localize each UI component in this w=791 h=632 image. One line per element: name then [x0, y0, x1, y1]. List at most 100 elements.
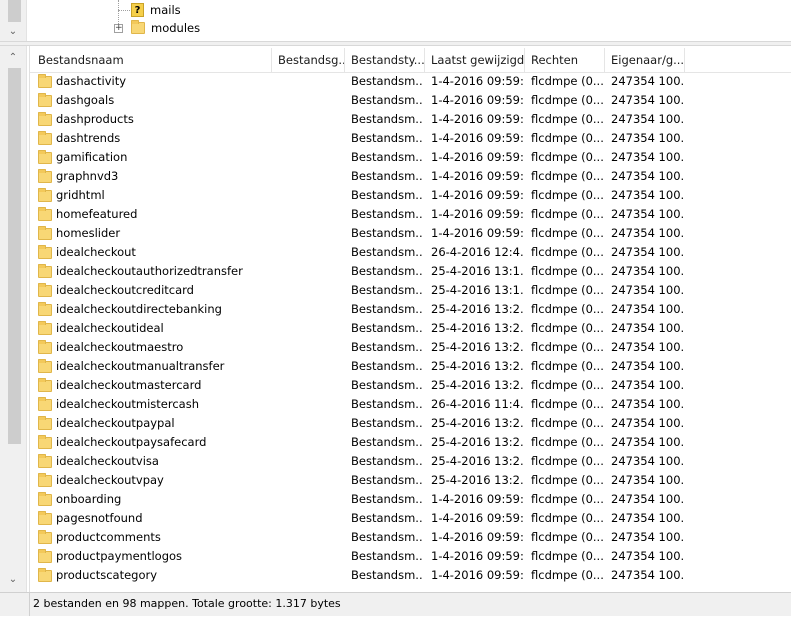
table-row[interactable]: graphnvd3 Bestandsm... 1-4-2016 09:59:... f… [30, 167, 791, 186]
file-name: productpaymentlogos [56, 549, 183, 563]
file-perms-cell: flcdmpe (0... [531, 435, 603, 449]
file-modified-cell: 1-4-2016 09:59:... [431, 226, 523, 240]
table-row[interactable]: idealcheckoutcreditcard Bestandsm... 25-4-… [30, 281, 791, 300]
file-type-cell: Bestandsm... [351, 378, 423, 392]
folder-icon [38, 491, 52, 506]
file-name: idealcheckoutvisa [56, 454, 159, 468]
table-row[interactable]: productpaymentlogos Bestandsm... 1-4-2016 … [30, 547, 791, 566]
tree-item-mails[interactable]: ? mails [131, 1, 181, 19]
file-name-cell: idealcheckoutpaysafecard [38, 433, 274, 452]
file-name: dashgoals [56, 93, 115, 107]
table-row[interactable]: idealcheckoutpaypal Bestandsm... 25-4-2016… [30, 414, 791, 433]
file-perms-cell: flcdmpe (0... [531, 112, 603, 126]
table-row[interactable]: idealcheckout Bestandsm... 26-4-2016 12:4.… [30, 243, 791, 262]
table-row[interactable]: productscategory Bestandsm... 1-4-2016 09:… [30, 566, 791, 585]
file-modified-cell: 25-4-2016 13:2... [431, 416, 523, 430]
table-row[interactable]: idealcheckoutvisa Bestandsm... 25-4-2016 1… [30, 452, 791, 471]
list-vertical-scrollbar[interactable]: ⌃ ⌄ [0, 46, 27, 592]
table-row[interactable]: homeslider Bestandsm... 1-4-2016 09:59:...… [30, 224, 791, 243]
file-name-cell: idealcheckoutdirectebanking [38, 300, 274, 319]
file-name-cell: dashgoals [38, 91, 274, 110]
file-type-cell: Bestandsm... [351, 302, 423, 316]
list-scroll-thumb[interactable] [8, 68, 21, 444]
file-name: gridhtml [56, 188, 105, 202]
table-row[interactable]: idealcheckoutdirectebanking Bestandsm... 2… [30, 300, 791, 319]
file-name-cell: dashactivity [38, 72, 274, 91]
file-name-cell: productscategory [38, 566, 274, 585]
file-perms-cell: flcdmpe (0... [531, 359, 603, 373]
folder-icon [38, 301, 52, 316]
file-type-cell: Bestandsm... [351, 454, 423, 468]
tree-scroll-down-arrow-icon[interactable]: ⌄ [0, 24, 26, 40]
file-name: productcomments [56, 530, 161, 544]
table-row[interactable]: productcomments Bestandsm... 1-4-2016 09:5… [30, 528, 791, 547]
file-name-cell: idealcheckoutvisa [38, 452, 274, 471]
file-perms-cell: flcdmpe (0... [531, 74, 603, 88]
scroll-up-arrow-icon[interactable]: ⌃ [0, 50, 26, 66]
table-row[interactable]: dashproducts Bestandsm... 1-4-2016 09:59:.… [30, 110, 791, 129]
file-type-cell: Bestandsm... [351, 549, 423, 563]
file-name-cell: dashproducts [38, 110, 274, 129]
table-row[interactable]: idealcheckoutmaestro Bestandsm... 25-4-201… [30, 338, 791, 357]
file-name: idealcheckoutmaestro [56, 340, 184, 354]
file-owner-cell: 247354 100... [611, 302, 683, 316]
column-header-permissions[interactable]: Rechten [525, 48, 605, 72]
table-row[interactable]: dashgoals Bestandsm... 1-4-2016 09:59:... f… [30, 91, 791, 110]
folder-icon [38, 377, 52, 392]
table-row[interactable]: gridhtml Bestandsm... 1-4-2016 09:59:... fl… [30, 186, 791, 205]
table-row[interactable]: idealcheckoutmistercash Bestandsm... 26-4-… [30, 395, 791, 414]
file-name: dashtrends [56, 131, 121, 145]
file-modified-cell: 1-4-2016 09:59:... [431, 93, 523, 107]
folder-icon [38, 225, 52, 240]
column-header-name[interactable]: Bestandsnaam [32, 48, 272, 72]
tree-scroll-thumb[interactable] [8, 0, 21, 22]
table-row[interactable]: idealcheckoutmanualtransfer Bestandsm... 2… [30, 357, 791, 376]
file-perms-cell: flcdmpe (0... [531, 150, 603, 164]
file-perms-cell: flcdmpe (0... [531, 131, 603, 145]
table-row[interactable]: idealcheckoutpaysafecard Bestandsm... 25-4… [30, 433, 791, 452]
table-row[interactable]: dashtrends Bestandsm... 1-4-2016 09:59:...… [30, 129, 791, 148]
tree-item-modules[interactable]: modules [131, 19, 200, 37]
table-row[interactable]: dashactivity Bestandsm... 1-4-2016 09:59:.… [30, 72, 791, 91]
file-type-cell: Bestandsm... [351, 74, 423, 88]
file-owner-cell: 247354 100... [611, 397, 683, 411]
file-owner-cell: 247354 100... [611, 454, 683, 468]
file-name-cell: idealcheckoutmanualtransfer [38, 357, 274, 376]
column-header-modified[interactable]: Laatst gewijzigd [425, 48, 525, 72]
file-perms-cell: flcdmpe (0... [531, 530, 603, 544]
file-name: idealcheckoutpaysafecard [56, 435, 207, 449]
file-owner-cell: 247354 100... [611, 416, 683, 430]
column-header-size[interactable]: Bestandsg... [272, 48, 345, 72]
file-owner-cell: 247354 100... [611, 283, 683, 297]
file-type-cell: Bestandsm... [351, 112, 423, 126]
file-owner-cell: 247354 100... [611, 435, 683, 449]
table-row[interactable]: idealcheckoutideal Bestandsm... 25-4-2016 … [30, 319, 791, 338]
table-row[interactable]: idealcheckoutmastercard Bestandsm... 25-4-… [30, 376, 791, 395]
file-owner-cell: 247354 100... [611, 245, 683, 259]
file-modified-cell: 1-4-2016 09:59:... [431, 207, 523, 221]
tree-vertical-scrollbar[interactable]: ⌄ [0, 0, 27, 41]
file-modified-cell: 1-4-2016 09:59:... [431, 530, 523, 544]
file-perms-cell: flcdmpe (0... [531, 568, 603, 582]
column-header-type[interactable]: Bestandsty... [345, 48, 425, 72]
column-header-row: ⌃ Bestandsnaam Bestandsg... Bestandsty..… [30, 46, 791, 73]
file-owner-cell: 247354 100... [611, 378, 683, 392]
file-perms-cell: flcdmpe (0... [531, 549, 603, 563]
scroll-down-arrow-icon[interactable]: ⌄ [0, 572, 26, 588]
folder-icon [38, 282, 52, 297]
file-name: gamification [56, 150, 128, 164]
file-perms-cell: flcdmpe (0... [531, 454, 603, 468]
tree-expand-plus-icon[interactable]: + [114, 24, 123, 33]
column-header-owner[interactable]: Eigenaar/g... [605, 48, 685, 72]
file-name: idealcheckoutideal [56, 321, 164, 335]
file-name-cell: idealcheckoutvpay [38, 471, 274, 490]
table-row[interactable]: pagesnotfound Bestandsm... 1-4-2016 09:59:… [30, 509, 791, 528]
table-row[interactable]: gamification Bestandsm... 1-4-2016 09:59:.… [30, 148, 791, 167]
file-modified-cell: 1-4-2016 09:59:... [431, 188, 523, 202]
file-type-cell: Bestandsm... [351, 188, 423, 202]
table-row[interactable]: idealcheckoutauthorizedtransfer Bestandsm… [30, 262, 791, 281]
table-row[interactable]: homefeatured Bestandsm... 1-4-2016 09:59:.… [30, 205, 791, 224]
file-owner-cell: 247354 100... [611, 74, 683, 88]
table-row[interactable]: idealcheckoutvpay Bestandsm... 25-4-2016 1… [30, 471, 791, 490]
table-row[interactable]: onboarding Bestandsm... 1-4-2016 09:59:...… [30, 490, 791, 509]
